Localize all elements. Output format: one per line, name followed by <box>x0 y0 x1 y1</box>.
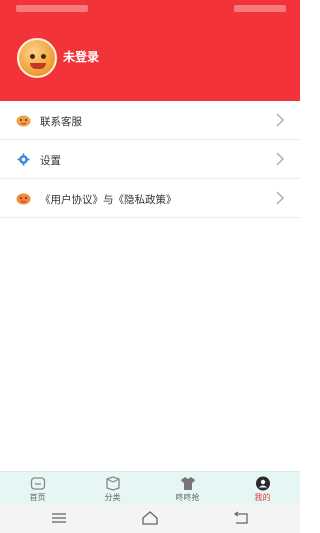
tab-flash-sale[interactable]: 咚咚抢 <box>150 472 225 504</box>
category-icon <box>105 476 120 491</box>
avatar-eye-left <box>30 54 35 59</box>
tab-label: 咚咚抢 <box>175 493 200 502</box>
avatar-eye-right <box>41 54 46 59</box>
menu-list: 联系客服 设置 《用户协议》与《隐私政策》 <box>0 101 300 218</box>
menu-item-settings[interactable]: 设置 <box>0 140 300 179</box>
home-icon[interactable] <box>141 511 159 525</box>
avatar-mouth <box>30 63 46 69</box>
back-icon[interactable] <box>232 511 250 525</box>
chevron-right-icon <box>276 152 285 166</box>
tab-label: 首页 <box>29 493 46 502</box>
menu-item-label: 设置 <box>40 155 61 167</box>
menu-item-label: 联系客服 <box>40 116 82 128</box>
mascot-icon <box>16 193 31 205</box>
chevron-right-icon <box>276 113 285 127</box>
tab-home[interactable]: 首页 <box>0 472 75 504</box>
menu-icon[interactable] <box>50 511 68 525</box>
menu-item-user-agreement[interactable]: 《用户协议》与《隐私政策》 <box>0 179 300 218</box>
home-chat-icon <box>30 477 45 490</box>
tab-label: 分类 <box>104 493 121 502</box>
shirt-icon <box>180 477 195 490</box>
login-status-label[interactable]: 未登录 <box>63 48 99 65</box>
avatar[interactable] <box>17 38 57 78</box>
status-bar-right-info <box>234 5 286 12</box>
bottom-tab-bar: 首页 分类 咚咚抢 我的 <box>0 471 300 504</box>
status-bar <box>0 0 300 18</box>
profile-header: 未登录 <box>0 18 300 101</box>
profile-icon <box>255 476 270 491</box>
status-bar-left-info <box>16 5 88 12</box>
service-mascot-icon <box>16 115 31 127</box>
gear-icon <box>17 153 30 166</box>
tab-mine[interactable]: 我的 <box>225 472 300 504</box>
tab-category[interactable]: 分类 <box>75 472 150 504</box>
system-nav-bar <box>0 504 300 533</box>
menu-item-contact-service[interactable]: 联系客服 <box>0 101 300 140</box>
menu-item-label: 《用户协议》与《隐私政策》 <box>40 194 177 206</box>
tab-label: 我的 <box>254 493 271 502</box>
chevron-right-icon <box>276 191 285 205</box>
